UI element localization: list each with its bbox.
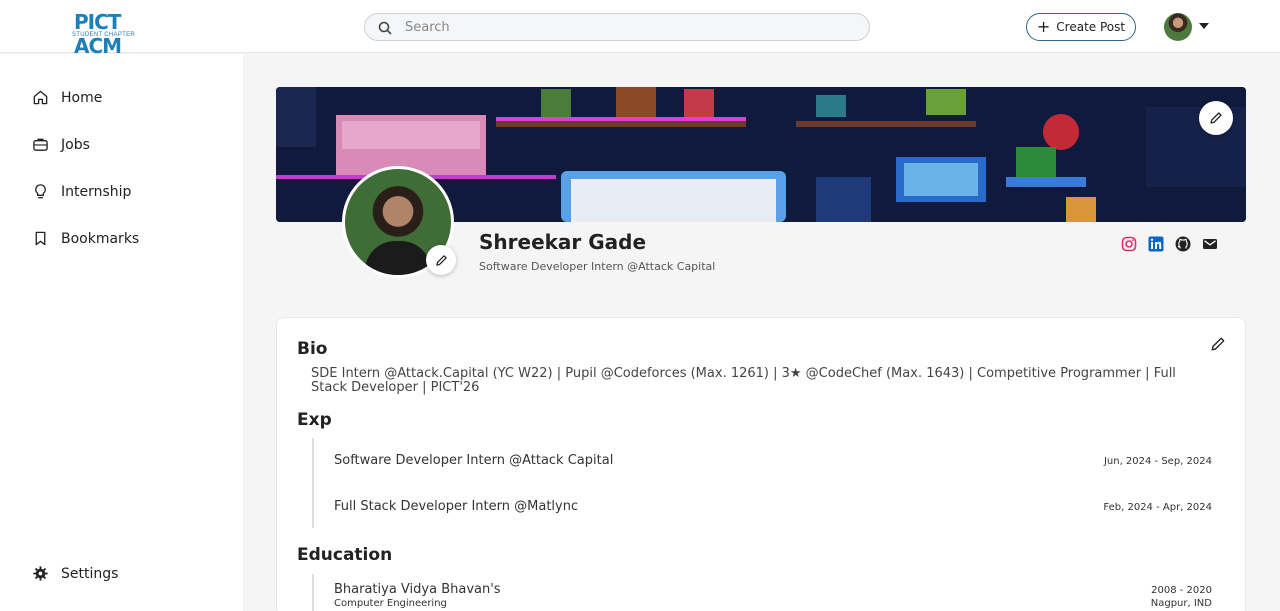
sidebar-item-settings[interactable]: Settings <box>32 565 118 582</box>
edit-profile-picture-button[interactable] <box>426 245 456 275</box>
logo-subtitle: STUDENT CHAPTER <box>72 32 136 38</box>
briefcase-icon <box>33 138 48 151</box>
lightbulb-icon <box>35 184 46 199</box>
app-logo[interactable]: PICT ACM STUDENT CHAPTER <box>72 10 152 58</box>
sidebar-item-label: Jobs <box>61 136 90 153</box>
sidebar-item-bookmarks[interactable]: Bookmarks <box>32 230 139 247</box>
sidebar-item-jobs[interactable]: Jobs <box>32 136 90 153</box>
education-school: Bharatiya Vidya Bhavan's <box>334 582 501 597</box>
linkedin-icon[interactable] <box>1148 236 1164 252</box>
instagram-icon[interactable] <box>1121 236 1137 252</box>
search-input[interactable] <box>405 17 845 37</box>
sidebar: Home Jobs Internship Bookmarks Settings <box>0 54 243 611</box>
experience-heading: Exp <box>297 410 332 430</box>
education-location: Nagpur, IND <box>1150 598 1212 609</box>
social-links <box>1121 236 1218 252</box>
pencil-icon <box>1210 112 1222 124</box>
profile-name: Shreekar Gade <box>479 230 647 254</box>
create-post-label: Create Post <box>1056 20 1126 34</box>
github-icon[interactable] <box>1175 236 1191 252</box>
education-field: Computer Engineering <box>334 598 447 609</box>
experience-role: Full Stack Developer Intern @Matlync <box>334 499 579 514</box>
sidebar-item-label: Settings <box>61 565 119 582</box>
education-timeline <box>312 574 314 611</box>
sidebar-item-label: Internship <box>61 183 132 200</box>
edit-bio-button[interactable] <box>1210 336 1226 352</box>
chevron-down-icon[interactable] <box>1199 23 1209 29</box>
bookmark-icon <box>35 231 46 246</box>
top-navbar: PICT ACM STUDENT CHAPTER + Create Post <box>0 0 1280 58</box>
pencil-icon <box>1211 337 1225 351</box>
sidebar-item-home[interactable]: Home <box>32 89 102 106</box>
pencil-icon <box>435 254 447 266</box>
search-bar[interactable] <box>364 13 870 41</box>
sidebar-item-label: Bookmarks <box>61 230 140 247</box>
experience-timeline <box>312 438 314 528</box>
home-icon <box>33 90 48 105</box>
user-avatar[interactable] <box>1164 13 1192 41</box>
sidebar-item-label: Home <box>61 89 103 106</box>
gear-icon <box>33 566 48 581</box>
experience-dates: Jun, 2024 - Sep, 2024 <box>1103 456 1212 467</box>
plus-icon: + <box>1036 17 1051 36</box>
create-post-button[interactable]: + Create Post <box>1026 13 1136 41</box>
experience-role: Software Developer Intern @Attack Capita… <box>334 453 614 468</box>
bio-text: SDE Intern @Attack.Capital (YC W22) | Pu… <box>311 366 1176 395</box>
experience-dates: Feb, 2024 - Apr, 2024 <box>1103 502 1212 513</box>
search-icon <box>378 21 392 35</box>
profile-headline: Software Developer Intern @Attack Capita… <box>479 260 716 273</box>
mail-icon[interactable] <box>1202 236 1218 252</box>
sidebar-item-internship[interactable]: Internship <box>32 183 131 200</box>
bio-heading: Bio <box>297 339 328 359</box>
edit-cover-button[interactable] <box>1199 101 1233 135</box>
education-dates: 2008 - 2020 <box>1151 585 1212 596</box>
education-heading: Education <box>297 545 393 565</box>
